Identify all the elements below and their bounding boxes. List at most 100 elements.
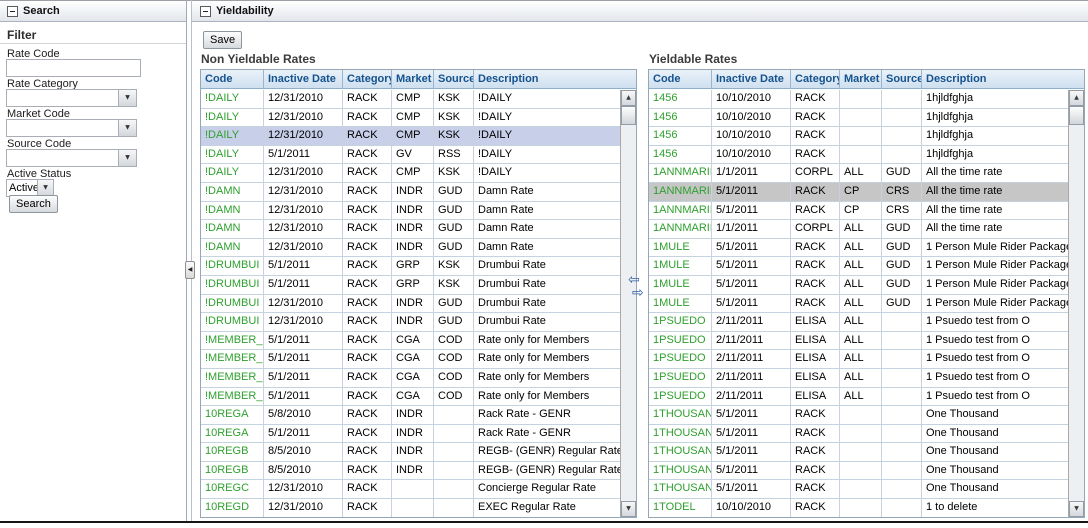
table-row[interactable]: !MEMBER_RA...5/1/2011RACKCGACODRate only… [201,332,620,351]
cell: 5/1/2011 [712,462,791,480]
table-row[interactable]: 1PSUEDO2/11/2011ELISAALL1 Psuedo test fr… [649,369,1068,388]
table-row[interactable]: 10REGC12/31/2010RACKConcierge Regular Ra… [201,480,620,499]
table-row[interactable]: 10REGA5/8/2010RACKINDRRack Rate - GENR [201,406,620,425]
code-cell: 1THOUSAND [649,480,712,498]
table-row[interactable]: !DRUMBUI12/31/2010RACKINDRGUDDrumbui Rat… [201,295,620,314]
table-row[interactable]: !DAMN12/31/2010RACKINDRGUDDamn Rate [201,239,620,258]
column-header-source[interactable]: Source [434,70,474,88]
cell [882,480,922,498]
source-code-dropdown-button[interactable]: ▼ [118,150,136,166]
collapse-icon[interactable] [7,6,18,17]
table-row[interactable]: !DAILY12/31/2010RACKCMPKSK!DAILY [201,109,620,128]
table-row[interactable]: 1MULE5/1/2011RACKALLGUD1 Person Mule Rid… [649,295,1068,314]
table-row[interactable]: 1ANNMARIE5/1/2011RACKCPCRSAll the time r… [649,183,1068,202]
table-row[interactable]: !MEMBER_RA...5/1/2011RACKCGACODRate only… [201,388,620,407]
table-row[interactable]: 10REGD12/31/2010RACKEXEC Regular Rate [201,499,620,517]
table-row[interactable]: !DAMN12/31/2010RACKINDRGUDDamn Rate [201,202,620,221]
table-row[interactable]: 1PSUEDO2/11/2011ELISAALL1 Psuedo test fr… [649,313,1068,332]
cell: CGA [392,388,434,406]
table-row[interactable]: !MEMBER_RA...5/1/2011RACKCGACODRate only… [201,350,620,369]
table-row[interactable]: 1TODEL10/10/2010RACK1 to delete [649,499,1068,517]
table-row[interactable]: 1THOUSAND5/1/2011RACKOne Thousand [649,443,1068,462]
column-header-market[interactable]: Market [392,70,434,88]
table-row[interactable]: 1THOUSAND5/1/2011RACKOne Thousand [649,425,1068,444]
cell: 12/31/2010 [264,127,343,145]
cell: GUD [434,295,474,313]
scroll-up-button[interactable]: ▲ [621,90,636,106]
scroll-up-icon: ▲ [626,95,631,101]
scroll-down-button[interactable]: ▼ [621,501,636,517]
column-header-source[interactable]: Source [882,70,922,88]
rate-category-dropdown[interactable]: ▼ [6,89,137,107]
table-row[interactable]: 1PSUEDO2/11/2011ELISAALL1 Psuedo test fr… [649,332,1068,351]
vertical-scrollbar[interactable]: ▲ ▼ [1068,90,1084,517]
table-row[interactable]: 145610/10/2010RACK1hjldfghja [649,127,1068,146]
column-header-inactive-date[interactable]: Inactive Date [712,70,791,88]
table-row[interactable]: !DAMN12/31/2010RACKINDRGUDDamn Rate [201,220,620,239]
table-row[interactable]: 1MULE5/1/2011RACKALLGUD1 Person Mule Rid… [649,276,1068,295]
table-row[interactable]: !DAILY12/31/2010RACKCMPKSK!DAILY [201,127,620,146]
cell: 12/31/2010 [264,109,343,127]
cell: RACK [791,406,840,424]
collapse-icon[interactable] [200,6,211,17]
scroll-down-button[interactable]: ▼ [1069,501,1084,517]
rate-code-input[interactable] [6,59,141,77]
table-row[interactable]: 1ANNMARIE1/1/2011CORPLALLGUDAll the time… [649,164,1068,183]
cell: INDR [392,239,434,257]
active-status-dropdown-button[interactable]: ▼ [37,180,53,196]
table-row[interactable]: 1PSUEDO2/11/2011ELISAALL1 Psuedo test fr… [649,388,1068,407]
table-row[interactable]: !DAILY5/1/2011RACKGVRSS!DAILY [201,146,620,165]
search-panel-title: Search [23,5,60,17]
cell: 5/1/2011 [712,443,791,461]
cell: RACK [791,276,840,294]
table-row[interactable]: 1ANNMARIE5/1/2011RACKCPCRSAll the time r… [649,202,1068,221]
table-row[interactable]: 10REGA5/1/2011RACKINDRRack Rate - GENR [201,425,620,444]
market-code-dropdown[interactable]: ▼ [6,119,137,137]
scrollbar-thumb[interactable] [1069,106,1084,125]
table-row[interactable]: 145610/10/2010RACK1hjldfghja [649,146,1068,165]
table-row[interactable]: 10REGB8/5/2010RACKINDRREGB- (GENR) Regul… [201,462,620,481]
cell: RACK [343,183,392,201]
scroll-up-button[interactable]: ▲ [1069,90,1084,106]
save-button[interactable]: Save [203,31,242,49]
column-header-market[interactable]: Market [840,70,882,88]
table-row[interactable]: !DRUMBUI5/1/2011RACKGRPKSKDrumbui Rate [201,276,620,295]
cell: ALL [840,239,882,257]
search-button[interactable]: Search [9,195,58,213]
cell [434,406,474,424]
column-header-description[interactable]: Description [474,70,636,88]
move-right-icon[interactable]: ⇨ [632,287,650,300]
scrollbar-thumb[interactable] [621,106,636,125]
table-row[interactable]: 1MULE5/1/2011RACKALLGUD1 Person Mule Rid… [649,257,1068,276]
column-header-code[interactable]: Code [649,70,712,88]
table-row[interactable]: 1MULE5/1/2011RACKALLGUD1 Person Mule Rid… [649,239,1068,258]
table-row[interactable]: 10REGB8/5/2010RACKINDRREGB- (GENR) Regul… [201,443,620,462]
table-row[interactable]: !DAMN12/31/2010RACKINDRGUDDamn Rate [201,183,620,202]
column-header-code[interactable]: Code [201,70,264,88]
table-row[interactable]: 1PSUEDO2/11/2011ELISAALL1 Psuedo test fr… [649,350,1068,369]
table-row[interactable]: !DAILY12/31/2010RACKCMPKSK!DAILY [201,164,620,183]
table-row[interactable]: 145610/10/2010RACK1hjldfghja [649,109,1068,128]
table-row[interactable]: 1ANNMARIE1/1/2011CORPLALLGUDAll the time… [649,220,1068,239]
splitter-collapse-button[interactable]: ◀ [185,261,195,279]
column-header-category[interactable]: Category [791,70,840,88]
table-row[interactable]: 1THOUSAND5/1/2011RACKOne Thousand [649,480,1068,499]
table-row[interactable]: 145610/10/2010RACK1hjldfghja [649,90,1068,109]
cell: !DAILY [474,127,620,145]
column-header-inactive-date[interactable]: Inactive Date [264,70,343,88]
column-header-description[interactable]: Description [922,70,1084,88]
cell: 5/1/2011 [264,146,343,164]
market-code-dropdown-button[interactable]: ▼ [118,120,136,136]
table-row[interactable]: !DRUMBUI5/1/2011RACKGRPKSKDrumbui Rate [201,257,620,276]
rate-category-dropdown-button[interactable]: ▼ [118,90,136,106]
search-panel-header: Search [0,1,186,22]
column-header-category[interactable]: Category [343,70,392,88]
source-code-dropdown[interactable]: ▼ [6,149,137,167]
table-row[interactable]: !DAILY12/31/2010RACKCMPKSK!DAILY [201,90,620,109]
table-row[interactable]: 1THOUSAND5/1/2011RACKOne Thousand [649,406,1068,425]
table-row[interactable]: 1THOUSAND5/1/2011RACKOne Thousand [649,462,1068,481]
cell [392,499,434,517]
table-row[interactable]: !DRUMBUI12/31/2010RACKINDRGUDDrumbui Rat… [201,313,620,332]
table-row[interactable]: !MEMBER_RA...5/1/2011RACKCGACODRate only… [201,369,620,388]
vertical-scrollbar[interactable]: ▲ ▼ [620,90,636,517]
